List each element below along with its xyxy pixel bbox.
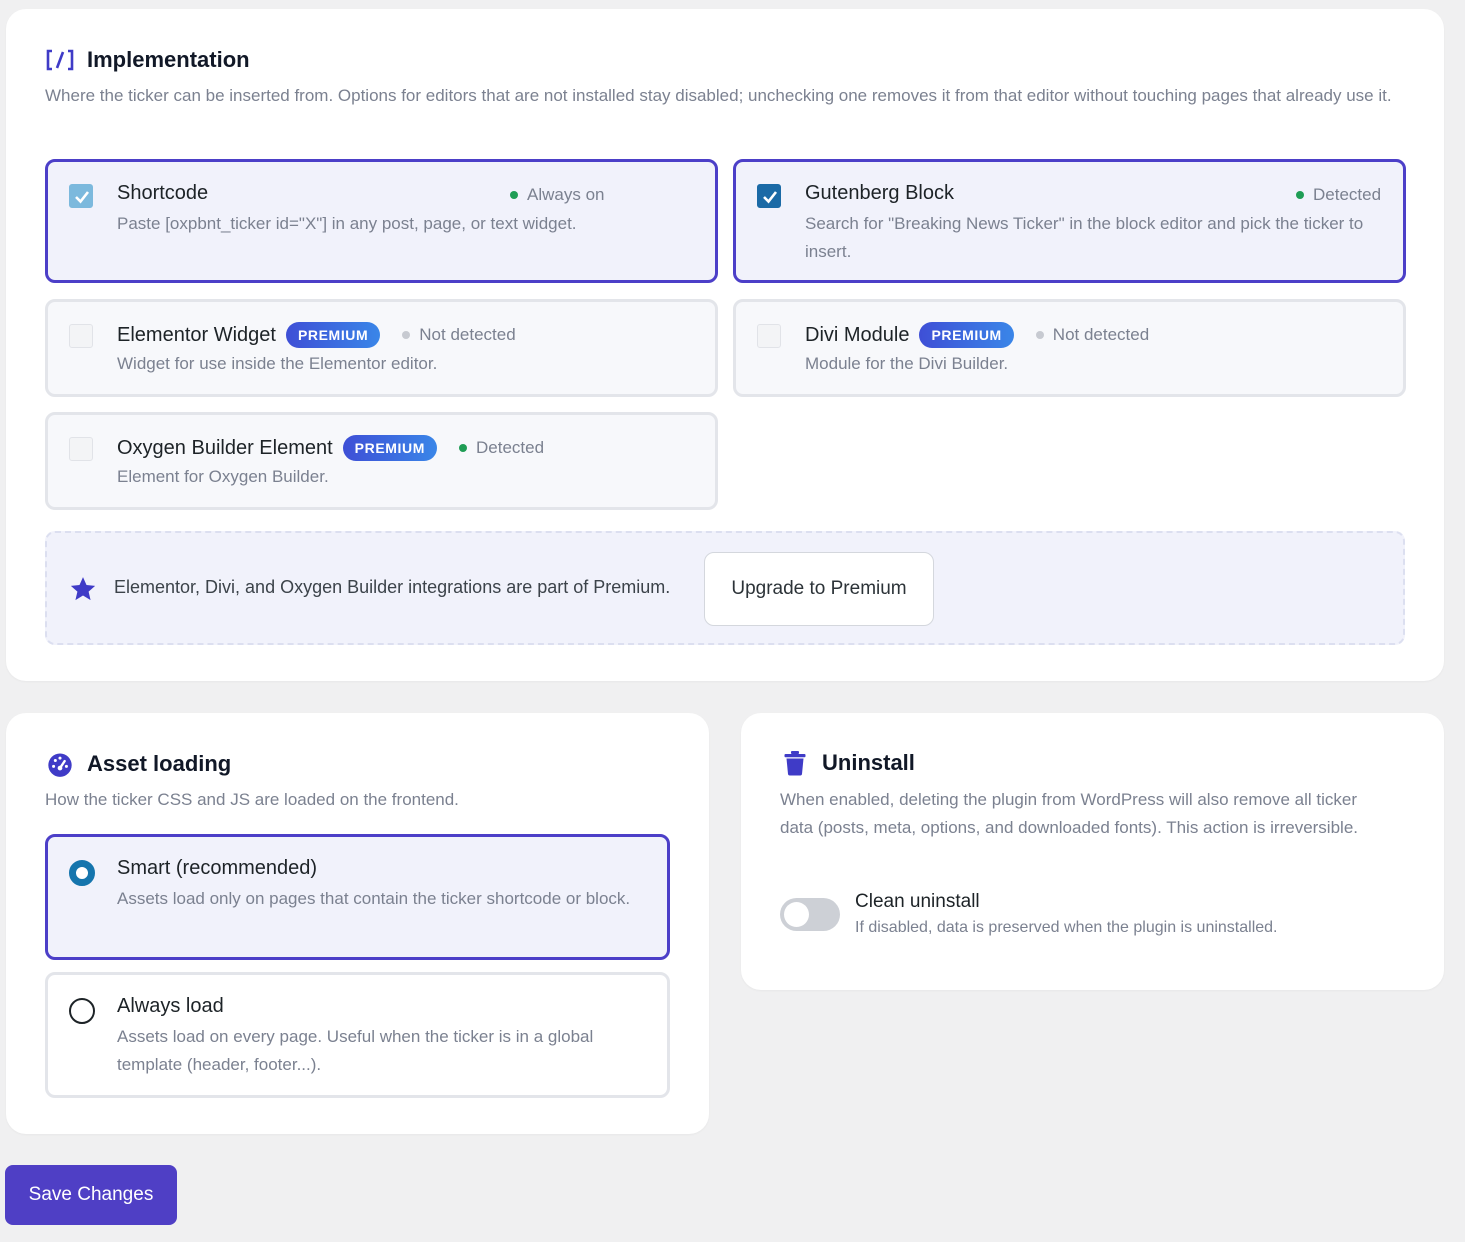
oxygen-title-row: Oxygen Builder Element PREMIUM Detected [117,435,544,461]
status-dot-icon [402,331,411,339]
status-text: Detected [1313,185,1382,204]
option-always-load[interactable]: Always load Assets load on every page. U… [45,972,670,1098]
save-changes-button[interactable]: Save Changes [5,1165,177,1225]
divi-title: Divi Module [805,323,910,346]
trash-icon [780,750,810,776]
asset-loading-card: Asset loading How the ticker CSS and JS … [6,713,709,1134]
elementor-title-row: Elementor Widget PREMIUM Not detected [117,322,516,348]
premium-badge: PREMIUM [919,322,1014,348]
upgrade-to-premium-button[interactable]: Upgrade to Premium [704,552,934,626]
gutenberg-checkbox[interactable] [757,184,781,208]
oxygen-title: Oxygen Builder Element [117,436,333,459]
shortcode-status: Always on [510,185,604,205]
divi-status: Not detected [1035,325,1150,345]
premium-badge: PREMIUM [285,322,381,348]
code-brackets-icon [45,48,75,72]
always-load-radio[interactable] [69,998,95,1024]
always-load-description: Assets load on every page. Useful when t… [117,1027,594,1074]
option-elementor-widget: Elementor Widget PREMIUM Not detected Wi… [45,299,718,397]
option-divi-module: Divi Module PREMIUM Not detected Module … [733,299,1406,397]
implementation-title: Implementation [87,47,250,72]
implementation-description: Where the ticker can be inserted from. O… [45,86,1392,105]
status-text: Not detected [1052,325,1150,344]
shortcode-checkbox[interactable] [69,184,93,208]
check-icon [763,191,778,204]
oxygen-checkbox [69,437,93,461]
gutenberg-description: Search for "Breaking News Ticker" in the… [805,214,1364,261]
option-smart-loading[interactable]: Smart (recommended) Assets load only on … [45,834,670,960]
implementation-heading: Implementation [45,47,250,73]
toggle-knob [784,902,809,927]
option-shortcode[interactable]: Shortcode Always on Paste [oxpbnt_ticker… [45,159,718,283]
clean-uninstall-description: If disabled, data is preserved when the … [855,919,1278,936]
elementor-title: Elementor Widget [117,323,276,346]
status-text: Not detected [419,325,516,344]
status-dot-icon [458,444,467,452]
status-text: Detected [475,438,545,457]
uninstall-description: When enabled, deleting the plugin from W… [780,790,1358,837]
asset-loading-title: Asset loading [87,751,232,776]
option-gutenberg-block[interactable]: Gutenberg Block Detected Search for "Bre… [733,159,1406,283]
elementor-description: Widget for use inside the Elementor edit… [117,354,438,373]
check-icon [75,191,90,204]
premium-badge: PREMIUM [342,435,437,461]
oxygen-description: Element for Oxygen Builder. [117,467,329,486]
shortcode-title: Shortcode [117,182,209,204]
divi-description: Module for the Divi Builder. [805,354,1009,373]
always-load-title: Always load [117,995,224,1017]
gutenberg-status: Detected [1296,185,1381,205]
asset-loading-heading: Asset loading [45,750,231,778]
elementor-checkbox [69,324,93,348]
status-dot-icon [1035,331,1044,339]
elementor-status: Not detected [402,325,516,345]
option-oxygen-builder-element: Oxygen Builder Element PREMIUM Detected … [45,412,718,510]
uninstall-card: Uninstall When enabled, deleting the plu… [741,713,1444,990]
asset-loading-description: How the ticker CSS and JS are loaded on … [45,790,459,809]
speedometer-icon [45,750,75,778]
gutenberg-title: Gutenberg Block [805,182,954,204]
clean-uninstall-label: Clean uninstall [855,891,980,912]
premium-promo: Elementor, Divi, and Oxygen Builder inte… [45,531,1405,645]
shortcode-description: Paste [oxpbnt_ticker id="X"] in any post… [117,214,577,233]
smart-radio[interactable] [69,860,95,886]
status-dot-icon [1296,191,1304,199]
status-text: Always on [527,185,605,204]
uninstall-heading: Uninstall [780,750,915,776]
uninstall-title: Uninstall [822,750,915,775]
oxygen-status: Detected [458,438,545,458]
status-dot-icon [510,191,518,199]
divi-checkbox [757,324,781,348]
star-icon [69,575,97,608]
clean-uninstall-toggle[interactable] [780,898,840,931]
divi-title-row: Divi Module PREMIUM Not detected [805,322,1149,348]
smart-description: Assets load only on pages that contain t… [117,889,631,908]
smart-title: Smart (recommended) [117,857,318,879]
promo-text: Elementor, Divi, and Oxygen Builder inte… [114,577,671,597]
